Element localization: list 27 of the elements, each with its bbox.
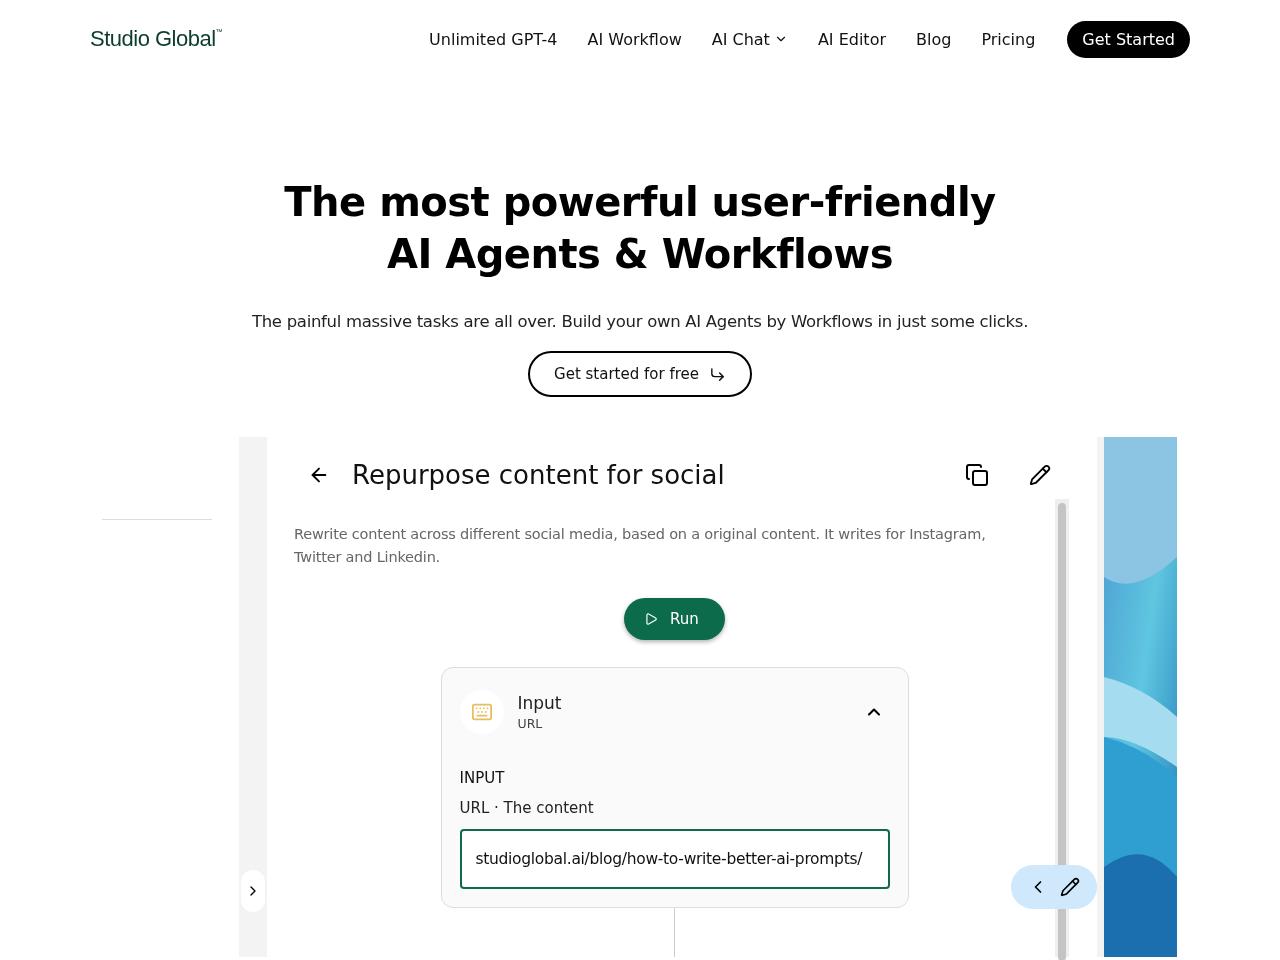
workflow-title: Repurpose content for social xyxy=(352,460,726,490)
hero-title: AI Agents & Workflows xyxy=(387,230,893,279)
scrollbar[interactable] xyxy=(1055,499,1069,957)
workflow-description: Rewrite content across different social media, based on a original content. It writes for Instagram, Twitter and Linkedin. xyxy=(294,525,987,567)
section-label: INPUT xyxy=(459,769,506,787)
card-subtitle: URL xyxy=(517,716,544,731)
field-label: URL · The content xyxy=(459,799,595,817)
play-icon xyxy=(644,612,659,626)
hero-title: The most powerful user-friendly xyxy=(284,178,996,227)
card-title: Input xyxy=(517,693,563,713)
nav-link[interactable]: Blog xyxy=(916,29,952,49)
pencil-icon xyxy=(1029,464,1051,486)
get-started-free-button[interactable]: Get started for free xyxy=(528,351,752,397)
hero-subtitle: The painful massive tasks are all over. Build your own AI Agents by Workflows in just some clicks. xyxy=(251,312,1029,331)
edit-button[interactable] xyxy=(1060,877,1080,897)
nav-link[interactable]: Unlimited GPT-4 xyxy=(429,29,558,49)
get-started-button[interactable]: Get Started xyxy=(1067,20,1190,58)
nav-link[interactable]: AI Editor xyxy=(817,29,886,49)
expand-button[interactable] xyxy=(241,870,265,912)
nav-dropdown[interactable]: AI Chat xyxy=(711,29,788,49)
url-field[interactable]: studioglobal.ai/blog/how-to-write-better-ai-prompts/ xyxy=(459,829,890,889)
nav-link[interactable]: AI Workflow xyxy=(587,29,682,49)
run-button[interactable]: Run xyxy=(624,598,725,640)
arrow-icon xyxy=(708,365,726,383)
copy-icon xyxy=(965,463,989,487)
nav-link[interactable]: Pricing xyxy=(981,29,1036,49)
pencil-icon xyxy=(1060,877,1080,897)
